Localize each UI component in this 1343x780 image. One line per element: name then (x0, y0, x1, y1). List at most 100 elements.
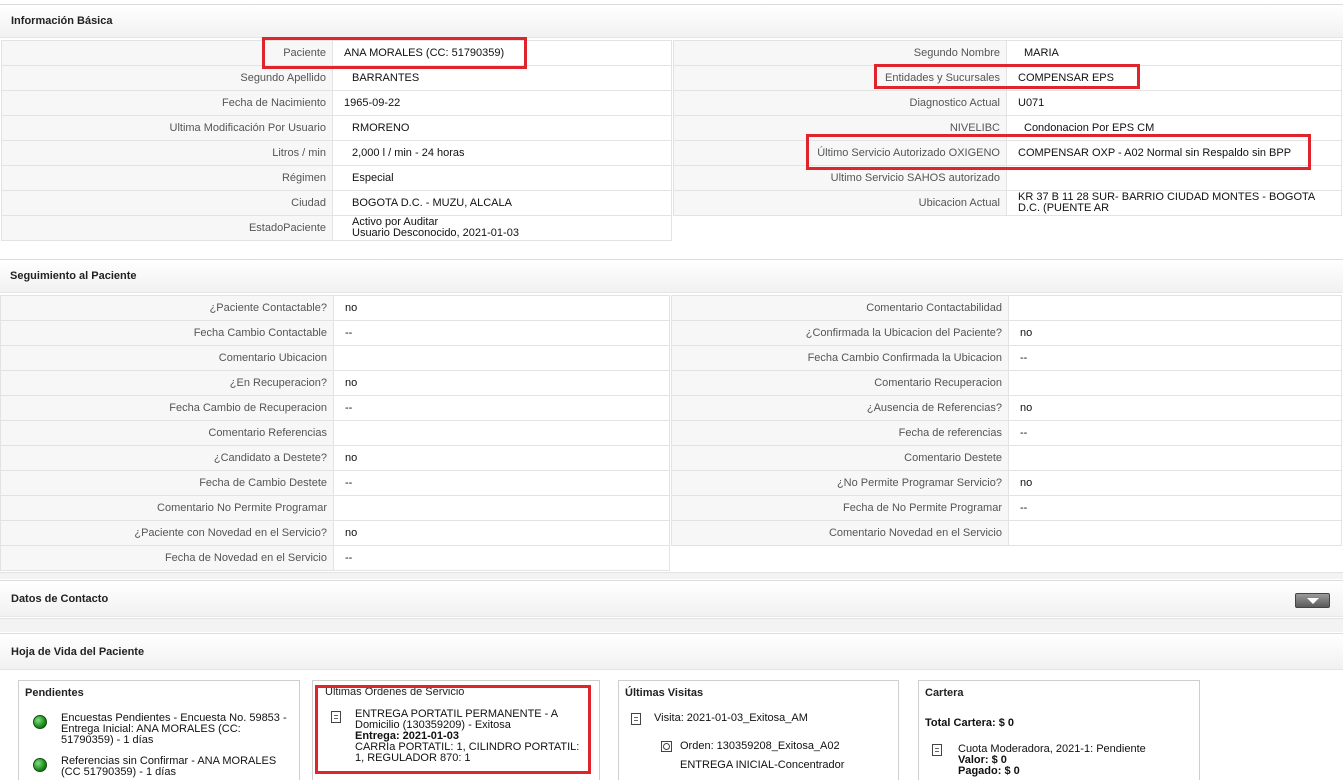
ordenes-card: Últimas Ordenes de Servicio ENTREGA PORT… (312, 680, 600, 780)
field-label: Fecha de Cambio Destete (0, 470, 334, 496)
field-label: Ubicacion Actual (673, 190, 1007, 216)
field-value: 1965-09-22 (332, 90, 672, 116)
field-value: Especial (332, 165, 672, 191)
document-icon (631, 713, 641, 725)
seguimiento-row: Fecha Cambio de Recuperacion -- (0, 395, 670, 421)
field-value (1008, 445, 1342, 471)
seguimiento-right-grid: Comentario Contactabilidad ¿Confirmada l… (671, 295, 1342, 546)
field-label: NIVELIBC (673, 115, 1007, 141)
field-value: 2,000 l / min - 24 horas (332, 140, 672, 166)
seguimiento-row: ¿En Recuperacion? no (0, 370, 670, 396)
info-row: EstadoPaciente Activo por Auditar Usuario … (1, 215, 672, 241)
seguimiento-row: Comentario Recuperacion (671, 370, 1342, 396)
field-value: -- (1008, 495, 1342, 521)
estado-user-line: Usuario Desconocido, 2021-01-03 (352, 227, 519, 239)
visita-item[interactable]: Visita: 2021-01-03_Exitosa_AM (631, 713, 898, 725)
info-row: Ultima Modificación Por Usuario RMORENO (1, 115, 672, 141)
field-label: Segundo Nombre (673, 40, 1007, 66)
field-label: ¿Paciente con Novedad en el Servicio? (0, 520, 334, 546)
field-label: Fecha Cambio Confirmada la Ubicacion (671, 345, 1009, 371)
field-value (333, 345, 670, 371)
field-value: COMPENSAR EPS (1006, 65, 1342, 91)
field-label: Fecha Cambio Contactable (0, 320, 334, 346)
info-left-grid: Paciente ANA MORALES (CC: 51790359) Segun… (1, 40, 672, 241)
document-icon (932, 744, 942, 756)
field-value: -- (1008, 345, 1342, 371)
field-label: Comentario Novedad en el Servicio (671, 520, 1009, 546)
orden-detalle: CARRIa PORTATIL: 1, CILINDRO PORTATIL: 1… (355, 741, 580, 764)
field-value: no (1008, 395, 1342, 421)
seguimiento-row: Comentario Contactabilidad (671, 295, 1342, 321)
seguimiento-row: ¿Candidato a Destete? no (0, 445, 670, 471)
orden-item[interactable]: ENTREGA PORTATIL PERMANENTE - A Domicili… (331, 709, 599, 764)
seguimiento-row: Fecha de Novedad en el Servicio -- (0, 545, 670, 571)
pendiente-item[interactable]: Referencias sin Confirmar - ANA MORALES … (33, 756, 299, 778)
info-section-title: Información Básica (11, 15, 113, 27)
cartera-item[interactable]: Cuota Moderadora, 2021-1: Pendiente Valo… (932, 744, 1199, 777)
seguimiento-section-header: Seguimiento al Paciente (0, 259, 1343, 293)
seguimiento-row: Comentario Destete (671, 445, 1342, 471)
info-section-header: Información Básica (0, 4, 1343, 38)
green-status-icon (33, 715, 47, 729)
field-value (1008, 295, 1342, 321)
field-label: Litros / min (1, 140, 333, 166)
info-row: NIVELIBC Condonacion Por EPS CM (673, 115, 1342, 141)
cartera-card: Cartera Total Cartera: $ 0 Cuota Moderad… (918, 680, 1200, 780)
field-value: no (1008, 320, 1342, 346)
seguimiento-row: Comentario Novedad en el Servicio (671, 520, 1342, 546)
field-label: Ultimo Servicio SAHOS autorizado (673, 165, 1007, 191)
seguimiento-row: ¿No Permite Programar Servicio? no (671, 470, 1342, 496)
field-label: Entidades y Sucursales (673, 65, 1007, 91)
field-value: BARRANTES (332, 65, 672, 91)
field-label: Fecha Cambio de Recuperacion (0, 395, 334, 421)
field-value: COMPENSAR OXP - A02 Normal sin Respaldo … (1006, 140, 1342, 166)
seguimiento-row: Fecha de Cambio Destete -- (0, 470, 670, 496)
seguimiento-row: Comentario Referencias (0, 420, 670, 446)
seguimiento-section-title: Seguimiento al Paciente (10, 270, 137, 282)
info-row: Diagnostico Actual U071 (673, 90, 1342, 116)
field-value (1008, 520, 1342, 546)
field-label: Paciente (1, 40, 333, 66)
cartera-pagado: Pagado: $ 0 (958, 765, 1020, 777)
field-label: ¿Paciente Contactable? (0, 295, 334, 321)
field-label: Comentario Ubicacion (0, 345, 334, 371)
field-label: Ultima Modificación Por Usuario (1, 115, 333, 141)
info-row: Entidades y Sucursales COMPENSAR EPS (673, 65, 1342, 91)
hoja-section-title: Hoja de Vida del Paciente (11, 645, 145, 658)
field-label: Fecha de Novedad en el Servicio (0, 545, 334, 571)
field-label: ¿Confirmada la Ubicacion del Paciente? (671, 320, 1009, 346)
field-value (1008, 370, 1342, 396)
info-row: Segundo Nombre MARIA (673, 40, 1342, 66)
pendiente-item[interactable]: Encuestas Pendientes - Encuesta No. 5985… (33, 713, 299, 746)
info-row: Litros / min 2,000 l / min - 24 horas (1, 140, 672, 166)
seguimiento-row: Fecha de referencias -- (671, 420, 1342, 446)
visita-detalle: ENTREGA INICIAL-Concentrador (680, 760, 898, 771)
visita-detalle-text: ENTREGA INICIAL-Concentrador (680, 759, 845, 771)
field-label: Ciudad (1, 190, 333, 216)
field-label: Régimen (1, 165, 333, 191)
pendientes-title: Pendientes (25, 687, 84, 699)
seguimiento-row: Fecha de No Permite Programar -- (671, 495, 1342, 521)
section-separator (0, 572, 1343, 579)
field-label: Fecha de Nacimiento (1, 90, 333, 116)
field-value: -- (333, 395, 670, 421)
contacto-section-title: Datos de Contacto (11, 592, 109, 605)
pendiente-text: Referencias sin Confirmar - ANA MORALES … (61, 755, 277, 778)
chevron-down-icon (1306, 597, 1319, 604)
field-label: Comentario Referencias (0, 420, 334, 446)
visita-orden-text: Orden: 130359208_Exitosa_A02 (680, 740, 840, 752)
info-row: Segundo Apellido BARRANTES (1, 65, 672, 91)
visita-orden-item[interactable]: Orden: 130359208_Exitosa_A02 (661, 741, 898, 752)
ubicacion-value: KR 37 B 11 28 SUR- BARRIO CIUDAD MONTES … (1006, 190, 1342, 216)
cartera-total: Total Cartera: $ 0 (925, 717, 1015, 729)
cartera-title: Cartera (925, 687, 964, 699)
contacto-section-header[interactable]: Datos de Contacto (0, 580, 1343, 617)
seguimiento-row: ¿Paciente Contactable? no (0, 295, 670, 321)
field-value: no (333, 370, 670, 396)
field-value (1006, 165, 1342, 191)
field-label: ¿Candidato a Destete? (0, 445, 334, 471)
expand-contacto-button[interactable] (1295, 593, 1330, 608)
green-status-icon (33, 758, 47, 772)
field-value: -- (333, 545, 670, 571)
seguimiento-row: Comentario No Permite Programar (0, 495, 670, 521)
